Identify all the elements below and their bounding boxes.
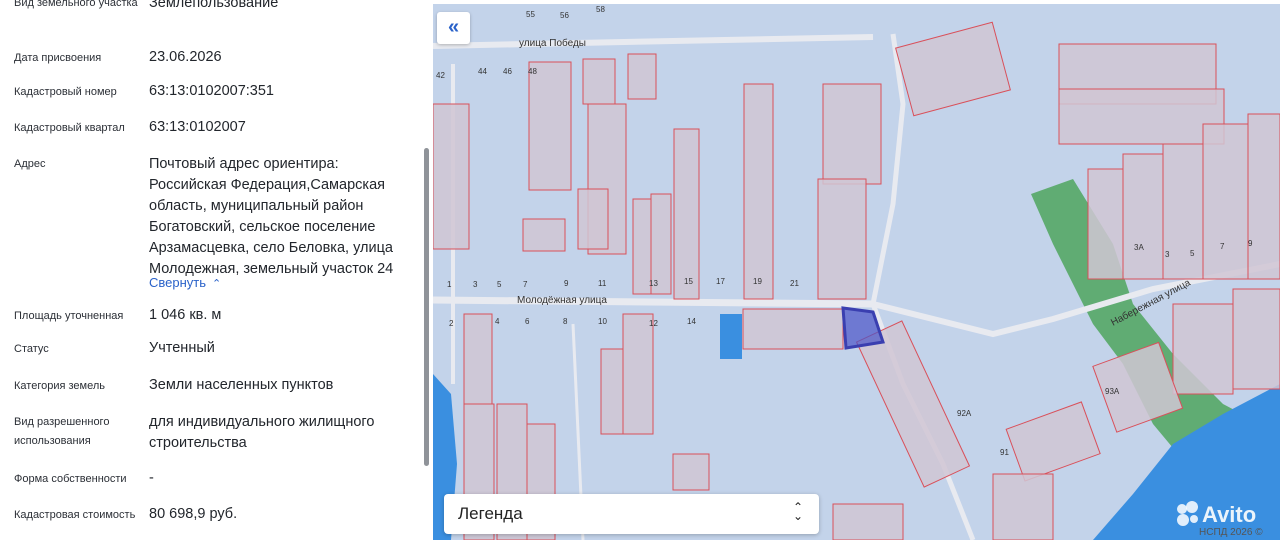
double-chevron-left-icon: « [447,16,460,38]
svg-text:Avito: Avito [1202,502,1256,527]
house-number: 91 [1000,448,1009,457]
house-number: 12 [649,319,658,328]
label-ownership: Форма собственности [14,473,127,485]
label-date: Дата присвоения [14,52,102,64]
label-land-category: Категория земель [14,380,105,392]
house-number: 7 [523,280,528,289]
value-cadastral-value: 80 698,9 руб. [149,506,238,522]
label-cadastral-value: Кадастровая стоимость [14,509,136,521]
value-land-category: Земли населенных пунктов [149,377,334,393]
avito-watermark: Avito [1177,501,1256,527]
house-number: 5 [497,280,502,289]
parcel-info-panel: Вид земельного участка Землепользование … [0,0,433,542]
value-permitted-use: для индивидуального жилищного строительс… [149,414,375,451]
label-cadastral-quarter: Кадастровый квартал [14,122,125,134]
house-number: 14 [687,317,696,326]
chevron-up-down-icon: ⌃ ⌄ [792,500,803,523]
collapse-link-label: Свернуть [149,275,207,290]
panel-scrollbar[interactable] [424,148,429,466]
cadastral-parcels [433,21,1280,540]
street-label-pobedy: улица Победы [519,37,586,49]
value-cadastral-quarter: 63:13:0102007 [149,119,246,135]
house-number: 55 [526,10,535,19]
house-number: 10 [598,317,607,326]
house-number: 58 [596,5,605,14]
house-number: 21 [790,279,799,288]
value-cadastral-number: 63:13:0102007:351 [149,83,274,99]
label-permitted-use: Вид разрешенного использования [14,416,110,447]
house-number: 3А [1134,243,1144,252]
house-number: 3 [1165,250,1170,259]
house-number: 17 [716,277,725,286]
house-number: 5 [1190,249,1195,258]
value-status: Учтенный [149,340,215,356]
value-area: 1 046 кв. м [149,307,222,323]
collapse-address-link[interactable]: Свернуть ⌃ [149,274,221,293]
house-number: 11 [598,279,607,288]
house-number: 4 [495,317,500,326]
label-status: Статус [14,343,49,355]
cadastral-map[interactable]: улица Победы Молодёжная улица Набережная… [433,4,1280,540]
value-ownership: - [149,470,154,486]
house-number: 6 [525,317,530,326]
value-land-type: Землепользование [149,0,279,11]
legend-label: Легенда [458,504,523,523]
label-land-type: Вид земельного участка [14,0,138,9]
house-number: 3 [473,280,478,289]
chevron-up-icon: ⌃ [212,278,222,290]
house-number: 44 [478,67,487,76]
house-number: 42 [436,71,445,80]
value-address: Почтовый адрес ориентира: Российская Фед… [149,156,394,277]
house-number: 2 [449,319,454,328]
house-number: 93А [1105,387,1120,396]
house-number: 7 [1220,242,1225,251]
house-number: 13 [649,279,658,288]
label-cadastral-number: Кадастровый номер [14,86,117,98]
map-canvas[interactable]: улица Победы Молодёжная улица Набережная… [433,4,1280,540]
house-number: 19 [753,277,762,286]
house-number: 48 [528,67,537,76]
house-number: 1 [447,280,452,289]
house-number: 9 [564,279,569,288]
house-number: 8 [563,317,568,326]
label-address: Адрес [14,158,46,170]
label-area: Площадь уточненная [14,310,124,322]
legend-dropdown[interactable]: Легенда ⌃ ⌄ [444,494,819,534]
house-number: 46 [503,67,512,76]
small-pond [720,314,742,359]
value-date: 23.06.2026 [149,49,222,65]
collapse-panel-button[interactable]: « [437,12,470,44]
house-number: 56 [560,11,569,20]
house-number: 92А [957,409,972,418]
street-label-molodezhnaya: Молодёжная улица [517,295,607,306]
house-number: 15 [684,277,693,286]
house-number: 9 [1248,239,1253,248]
copyright-text: НСПД 2026 © [1199,527,1263,538]
